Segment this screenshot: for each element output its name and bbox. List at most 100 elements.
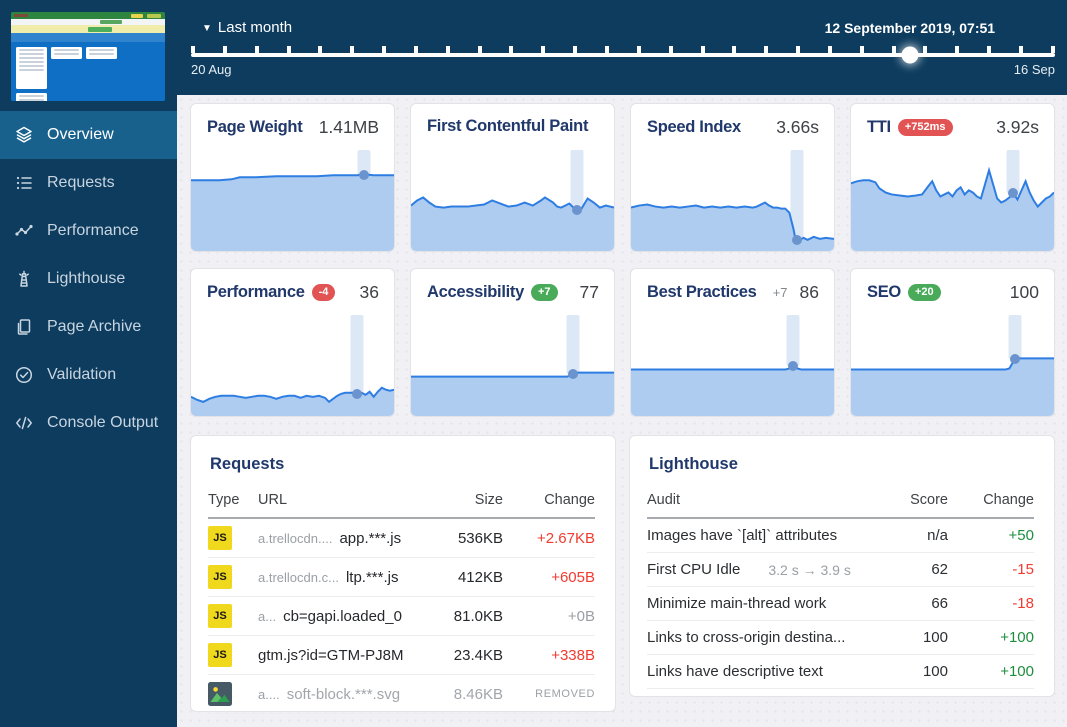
sidebar-item-lighthouse[interactable]: Lighthouse [0, 255, 177, 303]
sidebar-item-performance[interactable]: Performance [0, 207, 177, 255]
metric-card-first-contentful-paint[interactable]: First Contentful Paint [410, 103, 615, 252]
timeline-tick [382, 46, 387, 53]
js-file-icon: JS [208, 643, 232, 667]
lighthouse-icon [14, 269, 47, 289]
sidebar-item-page-archive[interactable]: Page Archive [0, 303, 177, 351]
sparkline-selected-dot [792, 234, 803, 245]
metric-card-page-weight[interactable]: Page Weight 1.41MB [190, 103, 395, 252]
request-row[interactable]: JS a.trellocdn.c... ltp.***.js 412KB +605B [208, 558, 595, 597]
requests-panel-title: Requests [210, 455, 285, 473]
request-change: +2.67KB [537, 529, 595, 547]
metric-card-tti[interactable]: TTI +752ms 3.92s [850, 103, 1055, 252]
main-content: Page Weight 1.41MB First Contentful Paint S… [177, 95, 1067, 727]
audit-change: +100 [1000, 663, 1034, 680]
page-thumbnail[interactable] [11, 12, 165, 101]
request-row[interactable]: JS gtm.js?id=GTM-PJ8M 23.4KB +338B [208, 636, 595, 675]
request-change: +338B [551, 646, 595, 664]
audit-name: First CPU Idle [647, 561, 741, 578]
timeline-tick [636, 46, 641, 53]
metric-delta-badge: +7 [531, 283, 558, 302]
timeline-tick [318, 46, 323, 53]
sidebar-item-label: Validation [47, 366, 117, 383]
sidebar-item-overview[interactable]: Overview [0, 111, 177, 159]
sidebar-nav: Overview Requests Performance Lighthouse Pag… [0, 111, 177, 447]
sidebar-item-validation[interactable]: Validation [0, 351, 177, 399]
audit-score: 100 [922, 663, 948, 680]
js-file-icon: JS [208, 565, 232, 589]
request-change: +605B [551, 568, 595, 586]
timeline-handle[interactable] [901, 46, 919, 64]
metric-title: Performance [207, 283, 305, 301]
metric-card-seo[interactable]: SEO +20 100 [850, 268, 1055, 417]
metric-title: SEO [867, 283, 901, 301]
request-change: +0B [567, 607, 595, 625]
timeline-tick [1018, 46, 1023, 53]
timeline-tick [891, 46, 896, 53]
timeline-tick [573, 46, 578, 53]
metric-value: 77 [579, 282, 599, 302]
pages-icon [14, 317, 47, 337]
request-url: a... cb=gapi.loaded_0 [258, 607, 402, 625]
request-size: 412KB [457, 568, 503, 586]
lighthouse-audit-row[interactable]: Links to cross-origin destina... 100 +100 [647, 621, 1034, 655]
sparkline-selected-dot [1010, 354, 1021, 365]
audit-name: Images have `[alt]` attributes [647, 527, 838, 544]
sidebar: Overview Requests Performance Lighthouse Pag… [0, 0, 177, 727]
metric-sparkline [191, 150, 394, 251]
timeline-tick [541, 46, 546, 53]
timeline-tick [764, 46, 769, 53]
request-row[interactable]: JS a.trellocdn.... app.***.js 536KB +2.67KB [208, 519, 595, 558]
sparkline-selected-dot [1008, 188, 1019, 199]
metric-card-speed-index[interactable]: Speed Index 3.66s [630, 103, 835, 252]
timeline-tick [700, 46, 705, 53]
sidebar-item-console-output[interactable]: Console Output [0, 399, 177, 447]
requests-table-body: JS a.trellocdn.... app.***.js 536KB +2.67KB J… [208, 519, 595, 714]
lighthouse-audit-row[interactable]: First CPU Idle 3.2 s → 3.9 s 62 -15 [647, 553, 1034, 587]
timeline-tick [668, 46, 673, 53]
sidebar-item-requests[interactable]: Requests [0, 159, 177, 207]
timeline-slider: 12 September 2019, 07:51 20 Aug 16 Sep [191, 20, 1055, 77]
request-url: a.... soft-block.***.svg [258, 685, 401, 703]
metric-value: 3.92s [996, 117, 1039, 137]
sparkline-selected-dot [568, 368, 579, 379]
list-icon [14, 173, 47, 193]
timeline-tick [604, 46, 609, 53]
topbar: ▼ Last month 12 September 2019, 07:51 20 … [177, 0, 1067, 95]
column-header-type: Type [208, 492, 240, 508]
image-file-icon [208, 682, 258, 706]
timeline-tick [827, 46, 832, 53]
sparkline-selected-dot [352, 388, 363, 399]
metric-card-accessibility[interactable]: Accessibility +7 77 [410, 268, 615, 417]
metric-delta-badge: +7 [772, 285, 788, 300]
selected-date-label: 12 September 2019, 07:51 [824, 20, 996, 36]
metric-delta-badge: -4 [311, 283, 336, 302]
lighthouse-table-body: Images have `[alt]` attributes n/a +50 Firs… [647, 519, 1034, 689]
metric-value: 36 [359, 282, 379, 302]
date-range-dropdown[interactable]: ▼ Last month [202, 19, 292, 36]
timeline-track[interactable] [191, 46, 1055, 64]
metric-sparkline [631, 315, 834, 416]
layers-icon [14, 125, 47, 145]
timeline-end-label: 16 Sep [1013, 62, 1055, 77]
metric-value: 100 [1009, 282, 1039, 302]
request-url: gtm.js?id=GTM-PJ8M [258, 646, 404, 664]
sidebar-item-label: Requests [47, 174, 115, 191]
request-change: REMOVED [535, 688, 595, 700]
metric-card-performance[interactable]: Performance -4 36 [190, 268, 395, 417]
audit-name: Links have descriptive text [647, 663, 823, 680]
request-row[interactable]: JS a... cb=gapi.loaded_0 81.0KB +0B [208, 597, 595, 636]
metric-card-best-practices[interactable]: Best Practices +7 86 [630, 268, 835, 417]
column-header-url: URL [258, 492, 288, 508]
code-icon [14, 413, 47, 433]
sidebar-item-label: Performance [47, 222, 139, 239]
metric-sparkline [851, 150, 1054, 251]
metric-value: 86 [799, 282, 819, 302]
lighthouse-audit-row[interactable]: Links have descriptive text 100 +100 [647, 655, 1034, 689]
column-header-audit: Audit [647, 492, 681, 508]
timeline-ticks [191, 46, 1055, 53]
lighthouse-audit-row[interactable]: Minimize main-thread work 66 -18 [647, 587, 1034, 621]
request-row[interactable]: a.... soft-block.***.svg 8.46KB REMOVED [208, 675, 595, 714]
thumbnail-browser-bar [11, 12, 165, 19]
metric-sparkline [851, 315, 1054, 416]
lighthouse-audit-row[interactable]: Images have `[alt]` attributes n/a +50 [647, 519, 1034, 553]
